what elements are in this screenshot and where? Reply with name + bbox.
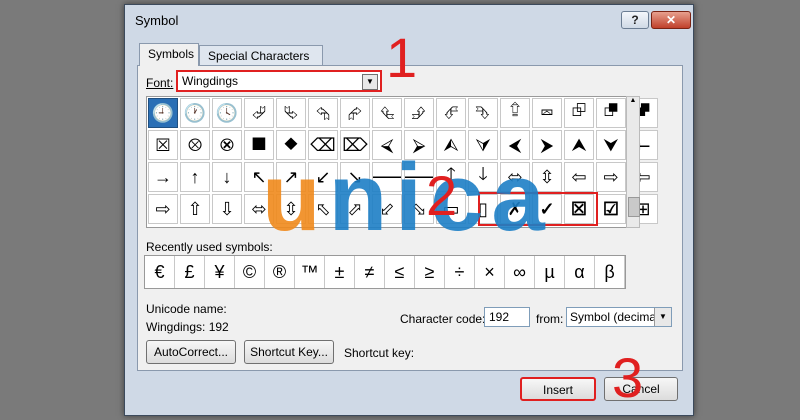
recent-symbol-cell[interactable]: ® [265, 256, 295, 288]
recent-symbol-cell[interactable]: β [595, 256, 625, 288]
symbol-grid-scrollbar[interactable]: ▲ [626, 96, 640, 228]
symbol-cell[interactable]: ⮸ [500, 98, 530, 128]
symbol-cell[interactable]: ⮺ [564, 98, 594, 128]
symbol-cell[interactable]: ↓ [212, 162, 242, 192]
recent-symbol-cell[interactable]: ∞ [505, 256, 535, 288]
symbol-cell[interactable]: ⇩ [212, 194, 242, 224]
character-code-label: Character code: [400, 312, 486, 326]
symbol-cell[interactable]: 🕐 [180, 98, 210, 128]
unicode-name-label: Unicode name: [146, 302, 227, 316]
symbol-cell[interactable]: ⮻ [596, 98, 626, 128]
symbol-cell[interactable]: ⮝ [564, 130, 594, 160]
annotation-step-3: 3 [612, 346, 644, 409]
recent-symbol-cell[interactable]: £ [175, 256, 205, 288]
autocorrect-button[interactable]: AutoCorrect... [146, 340, 236, 364]
help-button[interactable]: ? [621, 11, 649, 29]
recent-symbol-cell[interactable]: ≤ [385, 256, 415, 288]
unicode-name-value: Wingdings: 192 [146, 320, 229, 334]
recent-symbol-cell[interactable]: ≥ [415, 256, 445, 288]
annotation-step-2: 2 [426, 164, 458, 227]
from-label: from: [536, 312, 564, 326]
recent-symbol-cell[interactable]: µ [535, 256, 565, 288]
recent-symbol-cell[interactable]: € [145, 256, 175, 288]
font-label: Font: [146, 76, 173, 90]
tab-special-characters[interactable]: Special Characters [199, 45, 323, 65]
font-label-text: Font: [146, 76, 174, 90]
symbol-cell[interactable]: ⇧ [180, 194, 210, 224]
symbol-cell[interactable]: ⮲ [308, 98, 338, 128]
dialog-title: Symbol [135, 13, 179, 28]
chevron-down-icon[interactable]: ▼ [362, 74, 378, 90]
symbol-cell[interactable]: ⮶ [436, 98, 466, 128]
from-dropdown[interactable]: Symbol (decimal) ▼ [566, 307, 672, 327]
symbol-cell[interactable]: ↑ [180, 162, 210, 192]
font-dropdown-value: Wingdings [182, 74, 239, 88]
symbol-cell[interactable]: ⮰ [244, 98, 274, 128]
symbol-cell[interactable]: → [148, 162, 178, 192]
recent-symbols-label: Recently used symbols: [146, 240, 273, 254]
recent-symbol-cell[interactable]: ™ [295, 256, 325, 288]
symbol-cell[interactable]: ⮾ [180, 130, 210, 160]
from-dropdown-value: Symbol (decimal) [570, 310, 663, 324]
recent-symbol-cell[interactable]: ≠ [355, 256, 385, 288]
symbol-cell[interactable]: ⇦ [564, 162, 594, 192]
scrollbar-thumb[interactable] [628, 197, 640, 217]
close-button[interactable]: ✕ [651, 11, 691, 29]
tab-symbols[interactable]: Symbols [139, 43, 199, 66]
unica-watermark: unica [262, 150, 553, 246]
symbol-cell[interactable]: 🕓 [212, 98, 242, 128]
recent-symbol-cell[interactable]: © [235, 256, 265, 288]
symbol-cell[interactable]: ⮵ [404, 98, 434, 128]
symbol-cell[interactable]: ⮟ [596, 130, 626, 160]
recent-symbol-cell[interactable]: ± [325, 256, 355, 288]
watermark-first-letter: u [262, 144, 329, 251]
symbol-cell[interactable]: ⮿ [212, 130, 242, 160]
recent-symbol-cell[interactable]: × [475, 256, 505, 288]
symbol-cell[interactable]: ⮴ [372, 98, 402, 128]
font-dropdown[interactable]: Wingdings ▼ [176, 70, 382, 92]
chevron-down-icon[interactable]: ▼ [654, 308, 671, 326]
shortcut-key-button[interactable]: Shortcut Key... [244, 340, 334, 364]
symbol-cell[interactable]: ☒ [564, 194, 594, 224]
symbol-cell[interactable]: ⮽ [148, 130, 178, 160]
symbol-cell[interactable]: ⮷ [468, 98, 498, 128]
symbol-cell[interactable]: ⮱ [276, 98, 306, 128]
symbol-cell[interactable]: ⇨ [596, 162, 626, 192]
symbol-cell[interactable]: ⮳ [340, 98, 370, 128]
symbol-cell[interactable]: 🕘 [148, 98, 178, 128]
recent-symbol-cell[interactable]: α [565, 256, 595, 288]
symbol-cell[interactable]: ☑ [596, 194, 626, 224]
insert-button[interactable]: Insert [520, 377, 596, 401]
shortcut-key-label: Shortcut key: [344, 346, 415, 360]
recent-symbol-cell[interactable]: ÷ [445, 256, 475, 288]
annotation-step-1: 1 [386, 26, 418, 89]
symbol-cell[interactable]: ⮹ [532, 98, 562, 128]
symbol-cell[interactable]: ⇨ [148, 194, 178, 224]
recent-symbols-row: € £ ¥ © ® ™ ± ≠ ≤ ≥ ÷ × ∞ µ α β [144, 255, 626, 289]
scroll-up-icon[interactable]: ▲ [627, 97, 639, 104]
recent-symbol-cell[interactable]: ¥ [205, 256, 235, 288]
character-code-input[interactable]: 192 [484, 307, 530, 327]
